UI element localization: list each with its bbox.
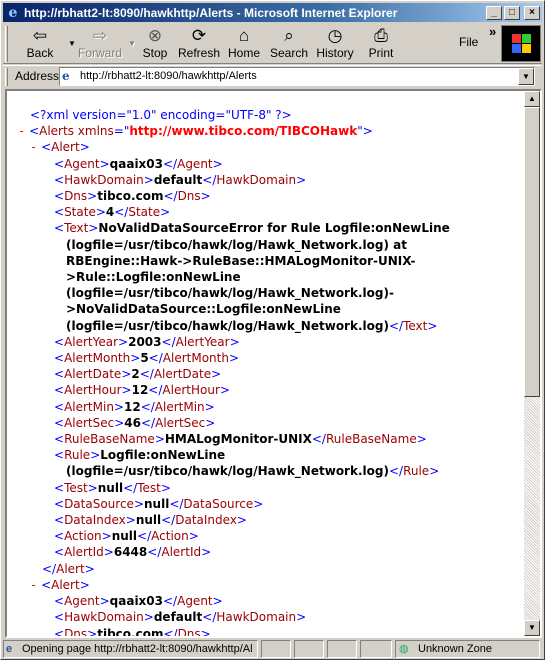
forward-dropdown-button[interactable]: ▼ — [123, 25, 136, 63]
xml-text-line: (logfile=/usr/tibco/hawk/log/Hawk_Networ… — [66, 318, 438, 333]
address-bar: Address e http://rbhatt2-lt:8090/hawkhtt… — [3, 65, 542, 87]
home-label: Home — [227, 46, 260, 60]
toolbar-chevron-button[interactable]: » — [489, 24, 496, 39]
xml-text-line: RBEngine::Hawk->RuleBase::HMALogMonitor-… — [66, 253, 416, 268]
window-title: http://rbhatt2-lt:8090/hawkhttp/Alerts -… — [24, 5, 398, 20]
back-arrow-icon: ⇦ — [32, 26, 48, 45]
xml-element: <Action>null</Action> — [54, 529, 199, 544]
xml-element: <RuleBaseName>HMALogMonitor-UNIX</RuleBa… — [54, 432, 427, 447]
xml-text-line: >NoValidDataSource::Logfile:onNewLine — [66, 302, 341, 317]
forward-arrow-icon: ⇨ — [92, 26, 108, 45]
search-button[interactable]: ⌕ Search — [267, 25, 311, 63]
collapse-toggle[interactable]: - — [30, 578, 37, 592]
scroll-thumb[interactable] — [524, 107, 540, 397]
minimize-button[interactable]: _ — [486, 5, 502, 20]
file-menu[interactable]: File — [459, 35, 478, 49]
address-value: http://rbhatt2-lt:8090/hawkhttp/Alerts — [80, 70, 257, 82]
xml-element: <Dns>tibco.com</Dns> — [54, 626, 211, 637]
toolbar-grip[interactable] — [5, 26, 8, 62]
xml-element: <AlertSec>46</AlertSec> — [54, 415, 216, 430]
scroll-up-button[interactable]: ▲ — [524, 91, 540, 107]
xml-element: <AlertYear>2003</AlertYear> — [54, 334, 240, 349]
xml-element: <Dns>tibco.com</Dns> — [54, 189, 211, 204]
stop-label: Stop — [142, 46, 168, 60]
refresh-button[interactable]: ⟳ Refresh — [177, 25, 221, 63]
alert-open: - <Alert> — [30, 577, 90, 592]
collapse-toggle[interactable]: - — [30, 140, 37, 154]
home-icon: ⌂ — [238, 26, 250, 45]
home-button[interactable]: ⌂ Home — [225, 25, 263, 63]
xml-text-line: (logfile=/usr/tibco/hawk/log/Hawk_Networ… — [66, 286, 394, 301]
xml-element: <DataSource>null</DataSource> — [54, 496, 264, 511]
print-button[interactable]: ⎙ Print — [361, 25, 401, 63]
status-panel — [360, 640, 392, 658]
history-button[interactable]: ◷ History — [313, 25, 357, 63]
security-zone-panel[interactable]: ◍ Unknown Zone — [395, 640, 540, 658]
history-icon: ◷ — [327, 26, 343, 45]
dropdown-arrow-icon: ▼ — [128, 39, 136, 48]
back-dropdown-button[interactable]: ▼ — [63, 25, 76, 63]
forward-label: Forward — [77, 46, 122, 60]
page-loading-icon: e — [6, 643, 13, 655]
address-label: Address — [15, 69, 60, 83]
stop-button[interactable]: ⊗ Stop — [137, 25, 173, 63]
print-icon: ⎙ — [374, 26, 388, 45]
history-label: History — [316, 46, 354, 60]
xml-text-line: >Rule::Logfile:onNewLine — [66, 270, 241, 285]
xml-element: <AlertMonth>5</AlertMonth> — [54, 351, 240, 366]
back-label: Back — [26, 46, 54, 60]
search-icon: ⌕ — [284, 26, 294, 45]
xml-element: <Agent>qaaix03</Agent> — [54, 594, 223, 609]
status-message-panel: e Opening page http://rbhatt2-lt:8090/ha… — [3, 640, 258, 658]
xml-declaration: <?xml version="1.0" encoding="UTF-8" ?> — [30, 108, 292, 122]
vertical-scrollbar[interactable]: ▲ ▼ — [524, 91, 540, 636]
xml-element: <AlertHour>12</AlertHour> — [54, 383, 230, 398]
status-panel — [327, 640, 357, 658]
xml-view: <?xml version="1.0" encoding="UTF-8" ?> … — [7, 91, 522, 636]
xml-root-open: - <Alerts xmlns="http://www.tibco.com/TI… — [18, 124, 373, 139]
security-zone-label: Unknown Zone — [418, 643, 492, 655]
address-dropdown-button[interactable]: ▼ — [518, 68, 534, 85]
ie-logo-icon: e — [8, 4, 18, 21]
xml-text-line: (logfile=/usr/tibco/hawk/log/Hawk_Networ… — [66, 464, 440, 479]
globe-icon: ◍ — [399, 643, 409, 655]
refresh-label: Refresh — [177, 46, 221, 60]
xml-element: <Test>null</Test> — [54, 480, 171, 495]
xml-text-line: (logfile=/usr/tibco/hawk/log/Hawk_Networ… — [66, 237, 407, 252]
status-bar: e Opening page http://rbhatt2-lt:8090/ha… — [3, 639, 542, 658]
browser-window: e http://rbhatt2-lt:8090/hawkhttp/Alerts… — [0, 0, 545, 660]
status-message: Opening page http://rbhatt2-lt:8090/hawk… — [22, 643, 253, 655]
collapse-toggle[interactable]: - — [18, 124, 25, 138]
back-button[interactable]: ⇦ Back — [15, 25, 65, 63]
close-button[interactable]: × — [524, 5, 540, 20]
xml-element: <HawkDomain>default</HawkDomain> — [54, 610, 307, 625]
xml-element: <Agent>qaaix03</Agent> — [54, 156, 223, 171]
alert-close: </Alert> — [42, 561, 95, 576]
refresh-icon: ⟳ — [191, 26, 207, 45]
forward-button[interactable]: ⇨ Forward — [75, 25, 125, 63]
alert-open: - <Alert> — [30, 140, 90, 155]
xml-element-rule: <Rule>Logfile:onNewLine — [54, 448, 226, 463]
standard-toolbar: ⇦ Back ▼ ⇨ Forward ▼ ⊗ Stop ⟳ Refresh ⌂ … — [3, 24, 542, 64]
xml-element: <AlertDate>2</AlertDate> — [54, 367, 222, 382]
status-panel — [261, 640, 291, 658]
address-input[interactable]: e http://rbhatt2-lt:8090/hawkhttp/Alerts… — [59, 67, 535, 86]
title-bar[interactable]: e http://rbhatt2-lt:8090/hawkhttp/Alerts… — [3, 3, 542, 22]
xml-element: <AlertMin>12</AlertMin> — [54, 399, 215, 414]
search-label: Search — [269, 46, 309, 60]
xml-element: <DataIndex>null</DataIndex> — [54, 513, 247, 528]
page-content: <?xml version="1.0" encoding="UTF-8" ?> … — [5, 89, 542, 638]
print-label: Print — [368, 46, 394, 60]
stop-icon: ⊗ — [147, 26, 163, 45]
page-icon: e — [62, 69, 70, 83]
xml-element-text: <Text>NoValidDataSourceError for Rule Lo… — [54, 221, 450, 236]
xml-element: <AlertId>6448</AlertId> — [54, 545, 212, 560]
xml-element: <HawkDomain>default</HawkDomain> — [54, 172, 307, 187]
status-panel — [294, 640, 324, 658]
address-grip[interactable] — [5, 68, 8, 86]
maximize-button[interactable]: □ — [504, 5, 520, 20]
scroll-down-button[interactable]: ▼ — [524, 620, 540, 636]
xml-element: <State>4</State> — [54, 205, 171, 220]
windows-logo — [501, 25, 541, 62]
